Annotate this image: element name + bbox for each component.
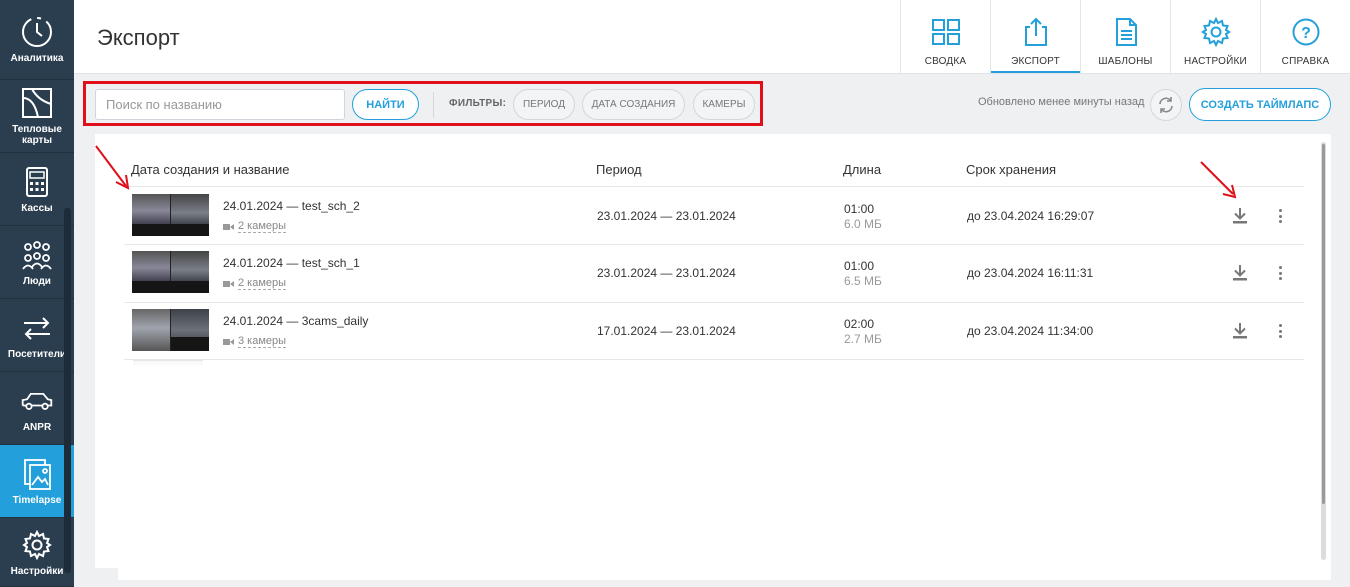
video-camera-icon (223, 280, 234, 287)
length-value: 01:00 (844, 259, 875, 273)
table-row[interactable]: 24.01.2024 — 3cams_daily 3 камеры 17.01.… (124, 302, 1304, 359)
tab-export[interactable]: ЭКСПОРТ (990, 0, 1080, 73)
timelapse-thumbnail[interactable] (132, 194, 209, 236)
timelapse-photos-icon (20, 457, 54, 491)
cash-register-icon (20, 165, 54, 199)
tab-templates[interactable]: ШАБЛОНЫ (1080, 0, 1170, 73)
more-options-icon[interactable] (1273, 263, 1287, 283)
timelapse-thumbnail[interactable] (132, 251, 209, 293)
tab-label: ЭКСПОРТ (1011, 56, 1060, 67)
download-icon[interactable] (1230, 206, 1250, 226)
size-value: 2.7 МБ (844, 332, 882, 346)
sidebar-item-settings[interactable]: Настройки (0, 518, 74, 587)
tab-settings[interactable]: НАСТРОЙКИ (1170, 0, 1260, 73)
period-value: 17.01.2024 — 23.01.2024 (597, 324, 736, 338)
panel-bottom (118, 568, 1331, 580)
cameras-link[interactable]: 3 камеры (223, 335, 287, 348)
analytics-clock-icon (20, 15, 54, 49)
filter-period-chip[interactable]: ПЕРИОД (513, 89, 575, 120)
heatmap-icon (20, 86, 54, 120)
timelapse-thumbnail[interactable] (132, 309, 209, 351)
timelapse-name: 24.01.2024 — 3cams_daily (223, 314, 369, 328)
table-row[interactable]: 24.01.2024 — test_sch_2 2 камеры 23.01.2… (124, 187, 1304, 244)
top-navigation: СВОДКА ЭКСПОРТ ШАБЛОНЫ НАСТРОЙКИ ? СПРАВ… (900, 0, 1350, 73)
sidebar-item-label: ANPR (22, 421, 52, 433)
retention-value: до 23.04.2024 16:29:07 (967, 209, 1095, 223)
find-button[interactable]: НАЙТИ (352, 89, 419, 120)
sidebar-item-people[interactable]: Люди (0, 226, 74, 299)
create-timelapse-button[interactable]: СОЗДАТЬ ТАЙМЛАПС (1189, 88, 1331, 121)
visitors-arrows-icon (20, 311, 54, 345)
cameras-link[interactable]: 2 камеры (223, 220, 287, 233)
sidebar-item-label: Timelapse (12, 494, 62, 506)
retention-value: до 23.04.2024 16:11:31 (967, 266, 1094, 280)
sidebar-item-label: Кассы (21, 202, 53, 214)
sidebar-item-cashiers[interactable]: Кассы (0, 153, 74, 226)
toolbar-divider (433, 92, 434, 118)
cameras-link[interactable]: 2 камеры (223, 277, 287, 290)
gear-icon (20, 528, 54, 562)
refresh-icon (1159, 97, 1173, 113)
more-options-icon[interactable] (1273, 321, 1287, 341)
sidebar-item-label: Аналитика (10, 53, 64, 64)
column-header-name[interactable]: Дата создания и название (131, 162, 289, 177)
export-upload-icon (1024, 17, 1047, 46)
column-header-retention[interactable]: Срок хранения (966, 162, 1056, 177)
table-row[interactable]: 24.01.2024 — test_sch_1 2 камеры 23.01.2… (124, 244, 1304, 301)
table-scrollbar-thumb[interactable] (1322, 144, 1325, 504)
help-icon: ? (1292, 18, 1319, 46)
download-icon[interactable] (1230, 263, 1250, 283)
video-camera-icon (223, 223, 234, 230)
length-value: 01:00 (844, 202, 875, 216)
sidebar-item-label: Посетители (7, 348, 67, 360)
sidebar-item-label: Тепловые карты (12, 124, 62, 146)
video-camera-icon (223, 338, 234, 345)
more-options-icon[interactable] (1273, 206, 1287, 226)
filter-cameras-chip[interactable]: КАМЕРЫ (693, 89, 755, 120)
timelapse-name: 24.01.2024 — test_sch_1 (223, 256, 360, 270)
tab-label: НАСТРОЙКИ (1184, 56, 1247, 67)
tab-help[interactable]: ? СПРАВКА (1260, 0, 1350, 73)
tab-summary[interactable]: СВОДКА (900, 0, 990, 73)
header: Экспорт СВОДКА ЭКСПОРТ ШАБЛОНЫ НАСТРОЙКИ… (74, 0, 1350, 74)
people-icon (20, 238, 54, 272)
annotation-arrow-icon (1200, 161, 1237, 199)
car-icon (20, 384, 54, 418)
filter-creation-date-chip[interactable]: ДАТА СОЗДАНИЯ (582, 89, 685, 120)
tab-label: ШАБЛОНЫ (1098, 56, 1153, 67)
page-title: Экспорт (97, 25, 180, 50)
period-value: 23.01.2024 — 23.01.2024 (597, 266, 736, 280)
period-value: 23.01.2024 — 23.01.2024 (597, 209, 736, 223)
annotation-arrow-icon (95, 145, 130, 190)
sidebar-scrollbar[interactable] (64, 208, 71, 573)
refresh-button[interactable] (1150, 89, 1182, 121)
sidebar-item-analytics[interactable]: Аналитика (0, 0, 74, 80)
size-value: 6.5 МБ (844, 274, 882, 288)
sidebar-item-label: Настройки (10, 565, 64, 577)
tab-label: СВОДКА (924, 56, 967, 67)
column-header-period[interactable]: Период (596, 162, 642, 177)
size-value: 6.0 МБ (844, 217, 882, 231)
length-value: 02:00 (844, 317, 875, 331)
sidebar-item-anpr[interactable]: ANPR (0, 372, 74, 445)
sidebar-item-heatmaps[interactable]: Тепловые карты (0, 80, 74, 153)
updated-status: Обновлено менее минуты назад (978, 96, 1145, 108)
row-divider (124, 359, 1304, 360)
column-header-length[interactable]: Длина (843, 162, 881, 177)
timelapse-name: 24.01.2024 — test_sch_2 (223, 199, 360, 213)
partial-row (133, 360, 203, 368)
sidebar-item-label: Люди (23, 275, 51, 287)
sidebar-item-timelapse[interactable]: Timelapse (0, 445, 74, 518)
gear-icon (1200, 17, 1231, 47)
sidebar-item-visitors[interactable]: Посетители (0, 299, 74, 372)
sidebar: Аналитика Тепловые карты Кассы Люди Посе… (0, 0, 74, 587)
tab-label: СПРАВКА (1281, 56, 1330, 67)
filters-label: ФИЛЬТРЫ: (449, 98, 507, 109)
download-icon[interactable] (1230, 321, 1250, 341)
svg-text:?: ? (1301, 25, 1311, 42)
search-input[interactable] (95, 89, 345, 120)
retention-value: до 23.04.2024 11:34:00 (967, 324, 1094, 338)
dashboard-grid-icon (931, 19, 960, 45)
document-icon (1115, 18, 1137, 46)
